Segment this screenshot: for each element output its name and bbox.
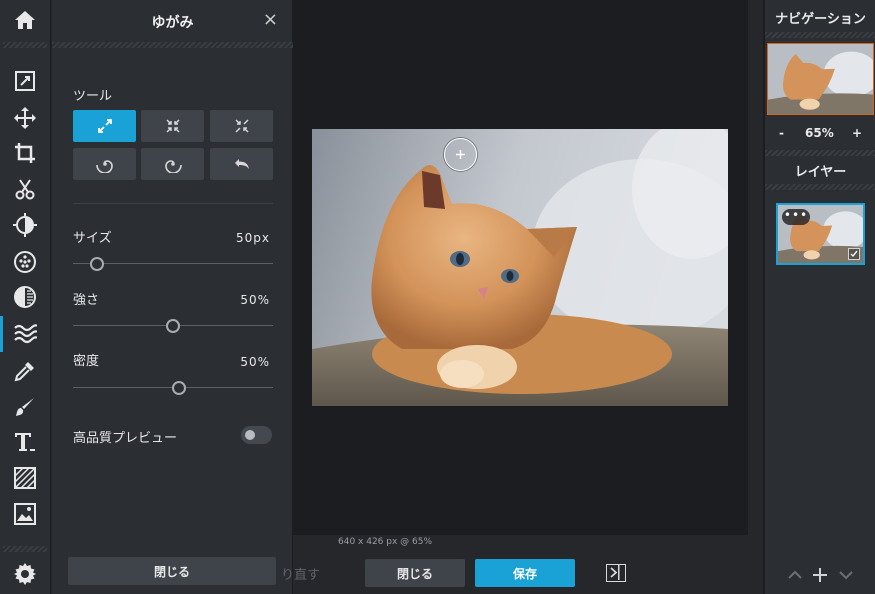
panel-toggle-icon[interactable] — [606, 564, 626, 582]
home-icon[interactable] — [0, 2, 50, 38]
layer-options-button[interactable]: ••• — [782, 209, 810, 225]
undo-tool-button[interactable] — [210, 148, 273, 180]
bottom-bar: り直す 閉じる 保存 — [281, 551, 763, 594]
adjust-icon[interactable] — [0, 207, 50, 243]
panel-title: ゆがみ — [151, 15, 194, 31]
image-icon[interactable] — [0, 496, 50, 532]
add-layer-icon[interactable] — [812, 567, 828, 583]
filter-icon[interactable] — [0, 244, 50, 280]
save-button[interactable]: 保存 — [475, 559, 575, 587]
layer-thumbnail[interactable]: ••• — [776, 203, 865, 265]
twirl-left-icon — [95, 160, 113, 173]
layer-down-icon[interactable] — [838, 567, 854, 583]
twirl-left-tool-button[interactable] — [73, 148, 136, 180]
crop-icon[interactable] — [0, 135, 50, 171]
eyedropper-icon[interactable] — [0, 353, 50, 389]
tool-label: ツール — [73, 89, 113, 104]
navigation-title: ナビゲーション — [775, 12, 866, 27]
exposure-icon[interactable] — [0, 279, 50, 315]
liquify-panel: ゆがみ × ツール サイズ 50px 強さ 50% 密度 50% 高品質プレビュ… — [51, 0, 293, 594]
panel-divider — [73, 203, 273, 204]
move-icon[interactable] — [0, 100, 50, 136]
zoom-out-button[interactable]: - — [779, 126, 784, 140]
strength-label: 強さ — [73, 293, 100, 308]
twirl-right-icon — [164, 160, 182, 173]
navigation-divider — [765, 32, 875, 38]
hq-preview-label: 高品質プレビュー — [73, 431, 178, 446]
strength-slider-knob[interactable] — [166, 319, 180, 333]
panel-divider — [52, 42, 293, 48]
pattern-icon[interactable] — [0, 460, 50, 496]
layer-up-icon[interactable] — [787, 567, 803, 583]
expand-icon — [97, 119, 112, 133]
status-bar: 640 x 426 px @ 65% — [293, 535, 763, 551]
brush-icon[interactable] — [0, 389, 50, 425]
canvas-area[interactable] — [293, 0, 748, 535]
image-info: 640 x 426 px @ 65% — [338, 537, 433, 547]
gear-icon[interactable] — [0, 556, 50, 592]
size-label: サイズ — [73, 231, 112, 246]
right-panel: ナビゲーション - 65% + レイヤー ••• — [764, 0, 875, 594]
size-value: 50px — [236, 231, 270, 245]
layers-divider — [765, 150, 875, 156]
pinch-tool-button[interactable] — [210, 110, 273, 142]
twirl-right-tool-button[interactable] — [141, 148, 204, 180]
density-slider-knob[interactable] — [172, 381, 186, 395]
layer-visibility-checkbox[interactable] — [848, 248, 860, 260]
crosshair-icon — [456, 150, 465, 159]
hq-preview-toggle[interactable] — [241, 426, 272, 444]
left-toolbar — [0, 0, 50, 594]
panel-close-button[interactable]: 閉じる — [68, 557, 276, 585]
shrink-icon — [165, 119, 180, 133]
expand-tool-button[interactable] — [73, 110, 136, 142]
redo-button[interactable]: り直す — [281, 559, 341, 587]
layers-title: レイヤー — [794, 165, 847, 180]
close-icon[interactable]: × — [263, 9, 278, 30]
zoom-in-button[interactable]: + — [852, 126, 862, 140]
density-value: 50% — [240, 355, 270, 369]
zoom-controls: - 65% + — [765, 126, 875, 144]
size-slider-knob[interactable] — [90, 257, 104, 271]
layers-divider — [765, 184, 875, 190]
toolbar-divider — [3, 42, 47, 48]
undo-icon — [234, 159, 249, 169]
edit-icon[interactable] — [0, 63, 50, 99]
liquify-icon[interactable] — [0, 316, 50, 352]
pinch-icon — [234, 119, 249, 133]
strength-value: 50% — [240, 293, 270, 307]
text-icon[interactable] — [0, 424, 50, 460]
close-button[interactable]: 閉じる — [365, 559, 465, 587]
navigation-thumbnail[interactable] — [767, 43, 874, 115]
zoom-value: 65% — [805, 126, 834, 140]
vertical-scrollbar[interactable] — [748, 0, 763, 535]
cut-icon[interactable] — [0, 171, 50, 207]
brush-cursor — [444, 138, 477, 171]
kitten-photo[interactable] — [312, 129, 728, 406]
density-label: 密度 — [73, 354, 100, 369]
toolbar-divider — [3, 546, 47, 552]
shrink-tool-button[interactable] — [141, 110, 204, 142]
